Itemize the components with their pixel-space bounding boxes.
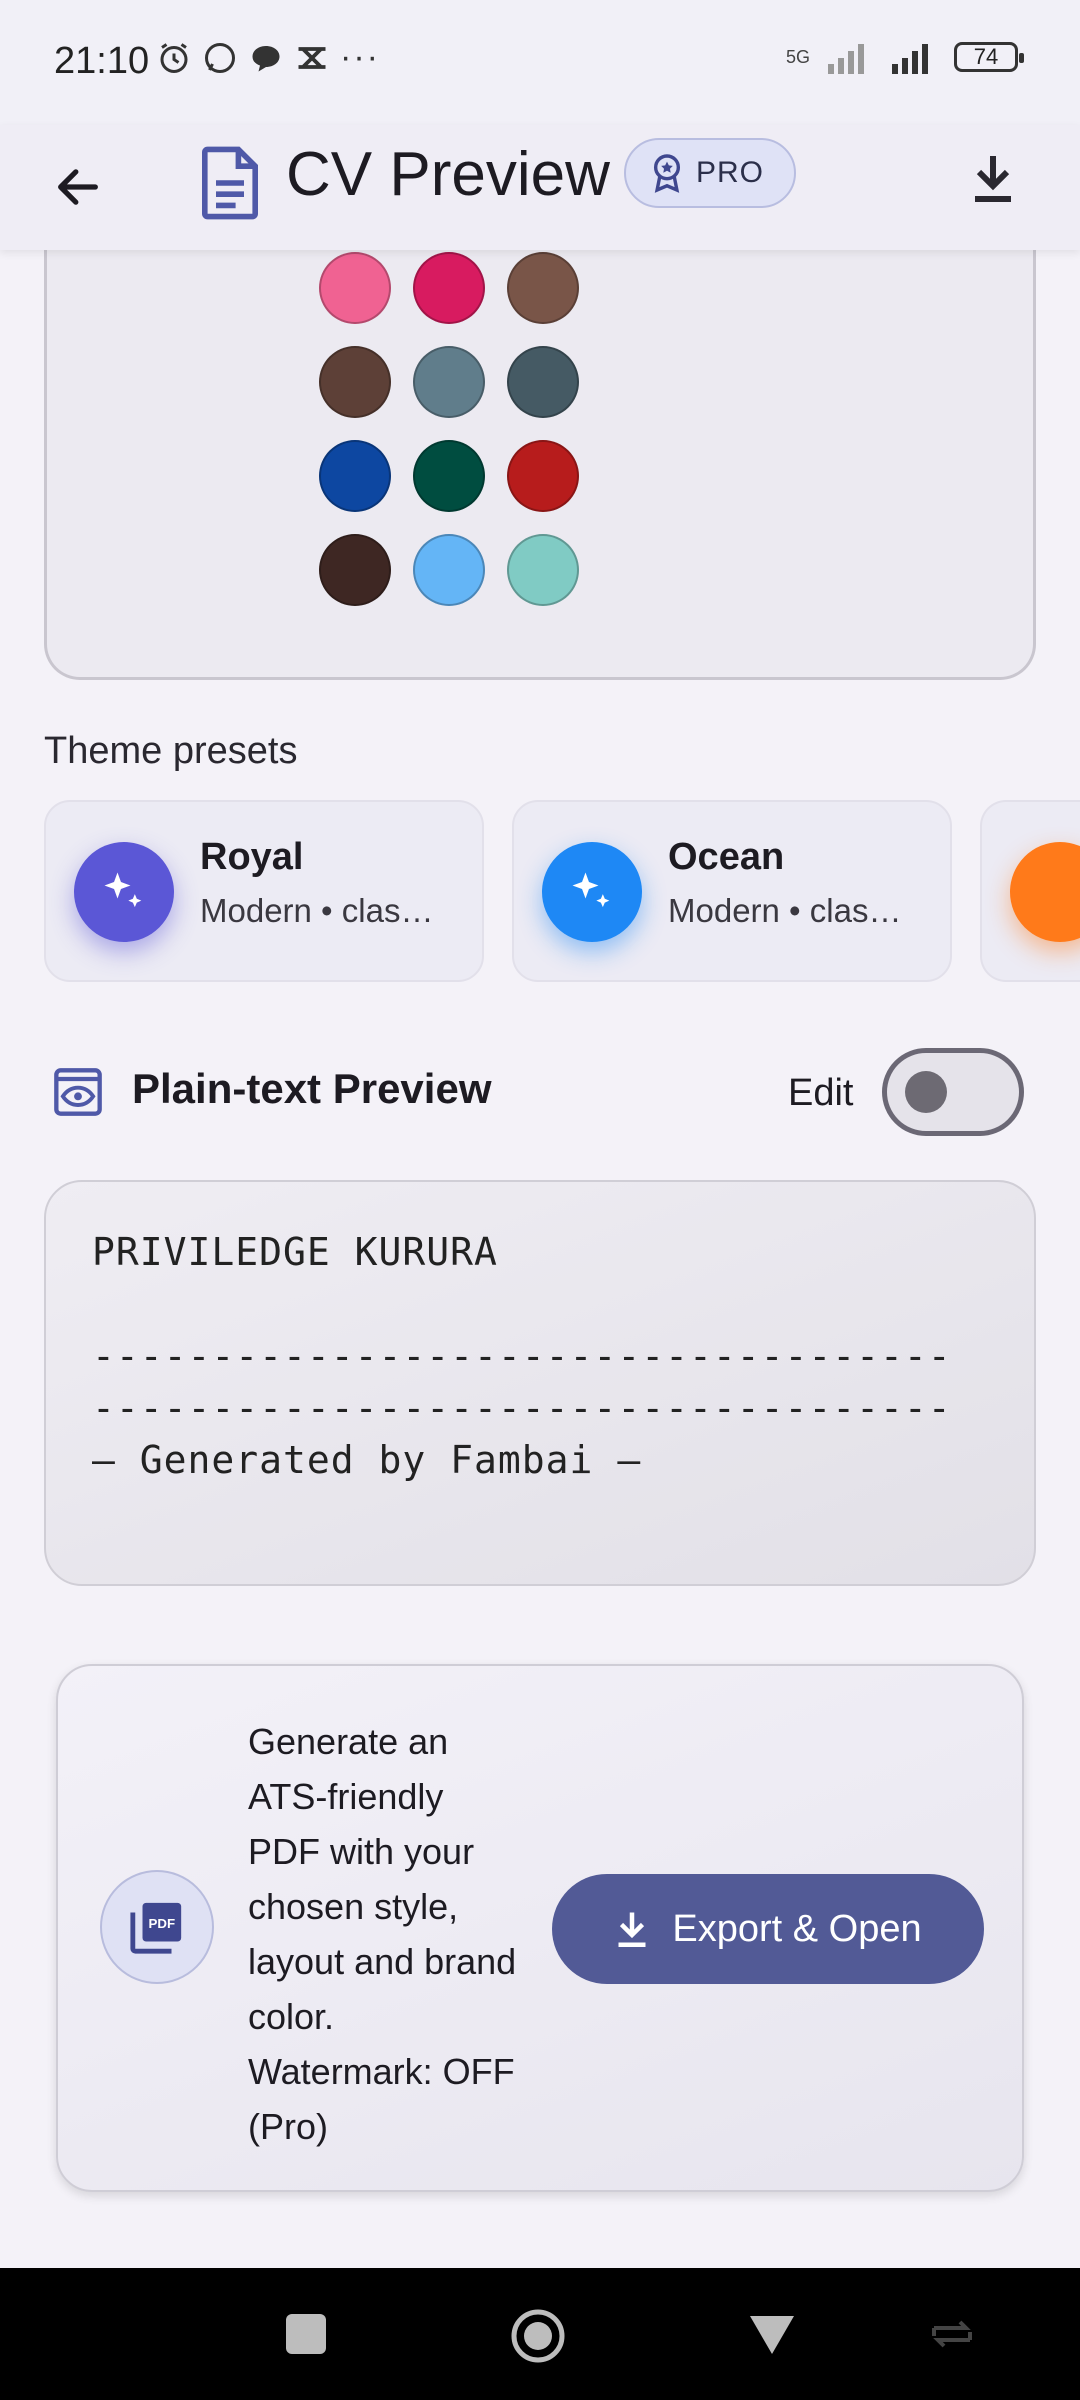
export-open-button[interactable]: Export & Open	[552, 1874, 984, 1984]
preset-name: Ocean	[668, 836, 785, 878]
home-circle-icon[interactable]	[508, 2306, 568, 2366]
color-swatch[interactable]	[319, 440, 391, 512]
color-swatch[interactable]	[413, 534, 485, 606]
download-button[interactable]	[958, 143, 1028, 213]
preview-line: — Generated by Fambai —	[92, 1438, 642, 1482]
back-triangle-icon[interactable]	[748, 2312, 796, 2356]
edit-label: Edit	[788, 1072, 854, 1114]
alarm-icon	[160, 42, 188, 73]
theme-presets-title: Theme presets	[44, 730, 298, 772]
preview-line: ------------------------------------	[92, 1386, 952, 1430]
preview-line: ------------------------------------	[92, 1334, 952, 1378]
system-icons: 5G 74	[785, 40, 1024, 74]
system-nav-bar	[0, 2268, 1080, 2400]
color-swatch[interactable]	[507, 534, 579, 606]
more-notifications-icon: ···	[340, 38, 380, 76]
plain-text-box[interactable]: PRIVILEDGE KURURA ----------------------…	[44, 1180, 1036, 1586]
award-icon	[653, 154, 681, 193]
rotate-icon[interactable]	[928, 2314, 976, 2354]
battery-icon: 74	[954, 42, 1024, 72]
preset-name: Royal	[200, 836, 304, 878]
pro-label: PRO	[696, 156, 765, 189]
export-button-label: Export & Open	[672, 1907, 922, 1950]
back-arrow-icon	[58, 169, 98, 205]
preset-partial[interactable]	[980, 800, 1080, 982]
download-icon	[975, 156, 1011, 202]
signal-icon-2	[892, 44, 928, 74]
signal-icon-1	[828, 44, 864, 74]
color-swatch[interactable]	[319, 346, 391, 418]
export-card: PDF Generate an ATS-friendly PDF with yo…	[56, 1664, 1024, 2192]
color-swatch[interactable]	[319, 252, 391, 324]
plain-text-preview-title: Plain-text Preview	[132, 1065, 492, 1112]
pro-badge[interactable]: PRO	[624, 138, 796, 208]
download-icon	[618, 1912, 646, 1947]
sparkles-icon	[74, 842, 174, 942]
preview-line: PRIVILEDGE KURURA	[92, 1230, 498, 1274]
sparkles-icon	[542, 842, 642, 942]
color-swatch[interactable]	[413, 346, 485, 418]
color-swatch[interactable]	[413, 252, 485, 324]
brand-color-card	[44, 158, 1036, 680]
color-swatch[interactable]	[507, 440, 579, 512]
preset-subtitle: Modern • clas…	[200, 892, 434, 929]
page-title: CV Preview	[286, 140, 610, 209]
toggle-knob	[905, 1071, 947, 1113]
eye-icon	[54, 1068, 102, 1116]
edit-toggle[interactable]	[882, 1048, 1024, 1136]
document-icon	[202, 146, 258, 220]
chat-icon	[252, 45, 280, 71]
square-nav-icon[interactable]	[286, 2314, 326, 2354]
preset-subtitle: Modern • clas…	[668, 892, 902, 929]
export-description: Generate an ATS-friendly PDF with your c…	[248, 1721, 517, 2147]
network-label: 5G	[785, 46, 810, 67]
color-swatch[interactable]	[319, 534, 391, 606]
sparkles-icon	[1010, 842, 1080, 942]
color-swatch[interactable]	[507, 252, 579, 324]
capcut-icon	[298, 46, 326, 69]
app-bar: CV Preview PRO	[0, 125, 1080, 250]
pdf-icon: PDF	[100, 1870, 214, 1984]
status-time: 21:10	[54, 40, 150, 82]
back-button[interactable]	[42, 151, 114, 223]
notification-icons: ···	[156, 38, 380, 77]
color-swatch[interactable]	[507, 346, 579, 418]
pdf-label: PDF	[149, 1916, 176, 1931]
preset-ocean[interactable]: Ocean Modern • clas…	[512, 800, 952, 982]
status-bar: 21:10 ··· 5G 74	[0, 0, 1080, 125]
color-swatch[interactable]	[413, 440, 485, 512]
preset-royal[interactable]: Royal Modern • clas…	[44, 800, 484, 982]
whatsapp-icon	[205, 42, 235, 73]
